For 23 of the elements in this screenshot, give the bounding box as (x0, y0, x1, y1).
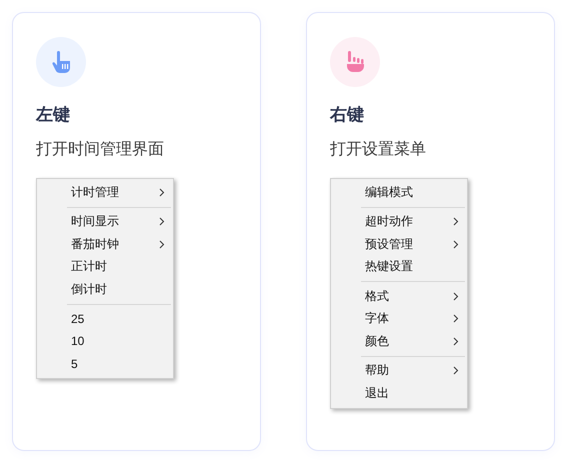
card-description: 打开设置菜单 (330, 140, 427, 160)
card-description: 打开时间管理界面 (36, 140, 165, 160)
menu-item[interactable]: 预设管理 (331, 233, 467, 256)
card-title: 右键 (330, 104, 365, 126)
menu-item[interactable]: 10 (37, 330, 173, 352)
menu-item[interactable]: 编辑模式 (331, 181, 467, 204)
pointing-hand-icon (51, 51, 71, 73)
menu-item[interactable]: 时间显示 (37, 210, 173, 233)
menu-item[interactable]: 5 (37, 352, 173, 375)
menu-item[interactable]: 番茄时钟 (37, 233, 173, 256)
menu-item[interactable]: 字体 (331, 308, 467, 330)
menu-item[interactable]: 退出 (331, 382, 467, 404)
menu-item[interactable]: 计时管理 (37, 181, 173, 204)
menu-item[interactable]: 倒计时 (37, 278, 173, 300)
menu-item[interactable]: 帮助 (331, 360, 467, 382)
menu-item[interactable]: 25 (37, 308, 173, 330)
card-title: 左键 (36, 104, 71, 126)
pointing-hand-icon (345, 51, 365, 73)
menu-item[interactable]: 超时动作 (331, 210, 467, 233)
menu-item[interactable]: 颜色 (331, 330, 467, 352)
menu-item[interactable]: 格式 (331, 285, 467, 308)
menu-item[interactable]: 热键设置 (331, 256, 467, 278)
menu-item[interactable]: 正计时 (37, 256, 173, 278)
